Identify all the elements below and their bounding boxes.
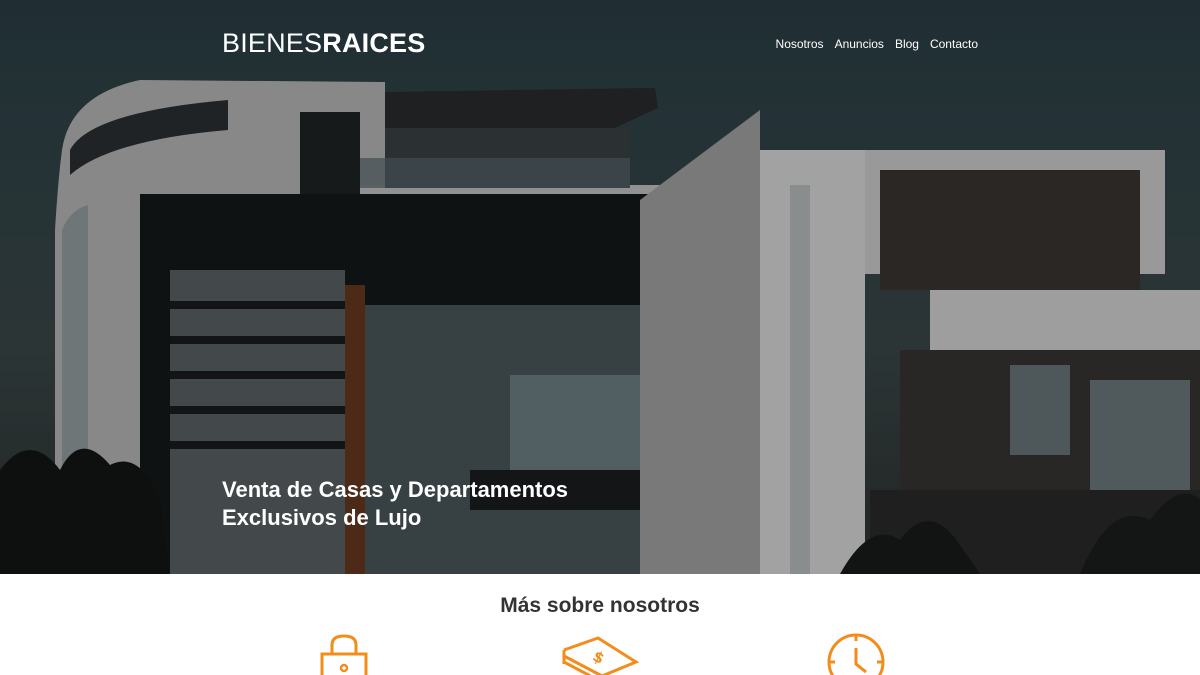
svg-text:$: $ [590,647,608,668]
lock-icon [316,632,372,675]
nav-link-contacto[interactable]: Contacto [930,37,978,51]
site-header: BIENESRAICES Nosotros Anuncios Blog Cont… [222,24,982,64]
section-title: Más sobre nosotros [500,594,700,617]
logo-light-text: BIENES [222,28,323,58]
nav-link-anuncios[interactable]: Anuncios [835,37,884,51]
clock-icon [824,632,888,675]
main-nav: Nosotros Anuncios Blog Contacto [776,37,978,51]
hero-section: BIENESRAICES Nosotros Anuncios Blog Cont… [0,0,1200,574]
nav-link-blog[interactable]: Blog [895,37,919,51]
logo-bold-text: RAICES [322,28,426,58]
logo[interactable]: BIENESRAICES [222,28,425,59]
nav-link-nosotros[interactable]: Nosotros [776,37,824,51]
money-icon: $ [560,632,642,675]
hero-title: Venta de Casas y Departamentos Exclusivo… [222,477,569,530]
